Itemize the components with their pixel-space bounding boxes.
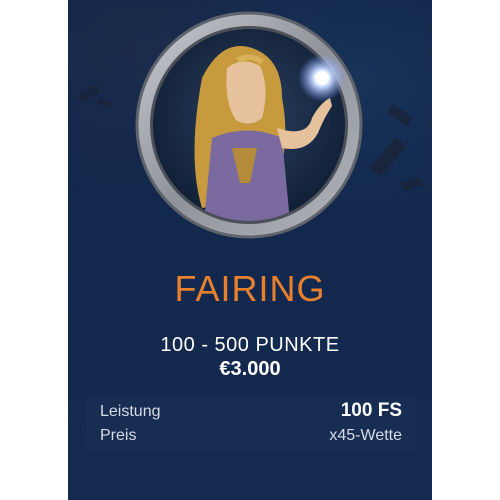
details-value-freespins: 100 FS	[340, 400, 402, 421]
details-box: Leistung Preis 100 FS x45-Wette	[86, 394, 416, 452]
details-value-wager: x45-Wette	[329, 427, 402, 444]
details-label-performance: Leistung	[100, 403, 161, 420]
details-label-prize: Preis	[100, 427, 137, 444]
tournament-card: FAIRING 100 - 500 PUNKTE €3.000 Leistung…	[68, 0, 432, 500]
character-portrait-medallion	[135, 11, 363, 239]
tournament-title: FAIRING	[174, 268, 326, 309]
prize-amount: €3.000	[219, 358, 281, 380]
points-range: 100 - 500 PUNKTE	[160, 334, 340, 356]
